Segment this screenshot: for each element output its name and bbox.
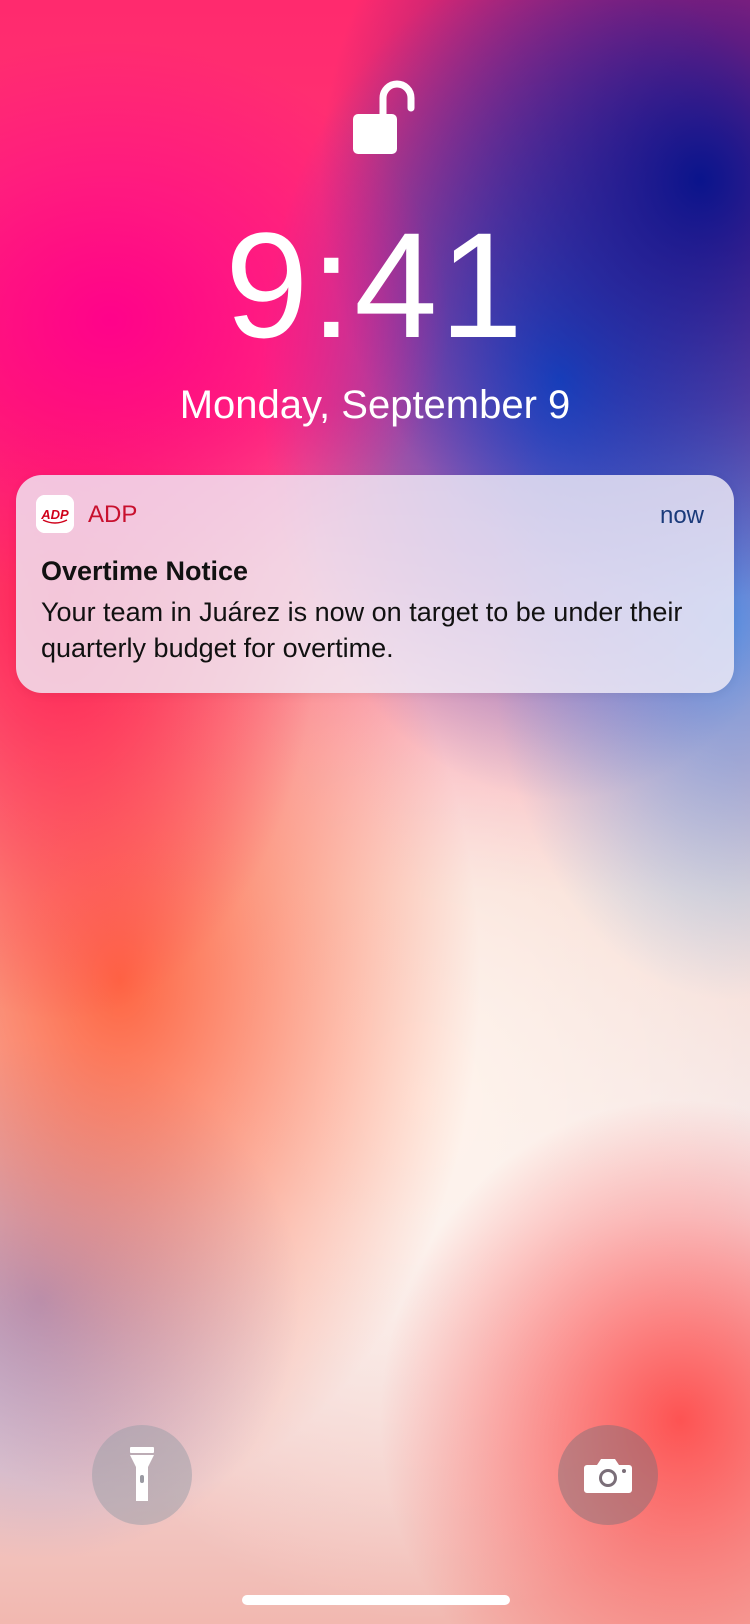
notification-timestamp: now	[659, 502, 704, 529]
lockscreen-date: Monday, September 9	[179, 383, 571, 427]
camera-icon	[584, 1459, 632, 1493]
home-indicator[interactable]	[242, 1595, 510, 1605]
camera-button[interactable]	[558, 1425, 658, 1525]
flashlight-icon	[130, 1447, 154, 1501]
adp-logo-icon: ADP	[36, 495, 74, 533]
unlocked-padlock-icon	[353, 80, 415, 154]
notification-title: Overtime Notice	[41, 556, 249, 586]
svg-text:ADP: ADP	[40, 507, 69, 522]
lock-screen: 9:41 Monday, September 9 ADP ADP now Ove…	[0, 0, 750, 1624]
notification-card[interactable]: ADP ADP now Overtime Notice Your team in…	[16, 475, 734, 693]
lockscreen-time: 9:41	[225, 201, 525, 369]
notification-app-name: ADP	[88, 501, 138, 528]
flashlight-button[interactable]	[92, 1425, 192, 1525]
notification-body: Your team in Juárez is now on target to …	[41, 597, 683, 663]
